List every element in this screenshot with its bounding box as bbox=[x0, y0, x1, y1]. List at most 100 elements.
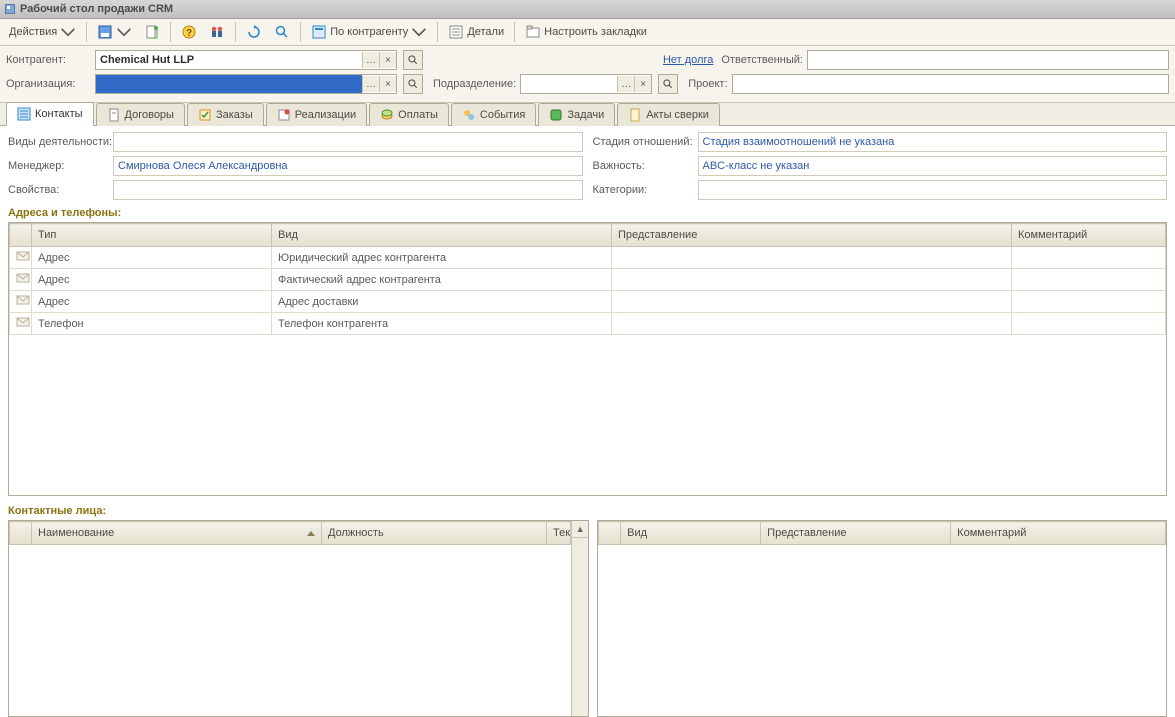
contacts-left-grid[interactable]: Наименование Должность Текущее состояние… bbox=[8, 520, 589, 717]
orders-icon bbox=[198, 108, 212, 122]
activity-label: Виды деятельности: bbox=[8, 136, 113, 148]
main-toolbar: Действия ? По контрагенту Детали Настрои… bbox=[0, 19, 1175, 46]
ellipsis-icon[interactable]: … bbox=[362, 52, 379, 68]
clear-icon[interactable]: × bbox=[634, 76, 651, 92]
ellipsis-icon[interactable]: … bbox=[617, 76, 634, 92]
row-kind: Юридический адрес контрагента bbox=[272, 247, 612, 269]
addr-col-type[interactable]: Тип bbox=[32, 224, 272, 247]
row-repr bbox=[612, 313, 1012, 335]
configure-tabs-button[interactable]: Настроить закладки bbox=[520, 19, 652, 45]
tab-events[interactable]: События bbox=[451, 103, 536, 126]
window-titlebar: Рабочий стол продажи CRM bbox=[0, 0, 1175, 19]
contacts-heading: Контактные лица: bbox=[0, 502, 1175, 520]
by-counterparty-button[interactable]: По контрагенту bbox=[306, 19, 432, 45]
row-repr bbox=[612, 247, 1012, 269]
manager-label: Менеджер: bbox=[8, 160, 113, 172]
counterparty-label: Контрагент: bbox=[6, 54, 91, 66]
realizations-icon bbox=[277, 108, 291, 122]
tasks-icon bbox=[549, 108, 563, 122]
tab-orders[interactable]: Заказы bbox=[187, 103, 264, 126]
cl-col-position[interactable]: Должность bbox=[322, 522, 547, 545]
table-row[interactable]: ТелефонТелефон контрагента bbox=[10, 313, 1166, 335]
cl-col-state[interactable]: Текущее состояние bbox=[547, 522, 571, 545]
reconciliation-icon bbox=[628, 108, 642, 122]
addresses-heading: Адреса и телефоны: bbox=[0, 204, 1175, 222]
tab-payments[interactable]: Оплаты bbox=[369, 103, 449, 126]
filter-panel: Контрагент: Chemical Hut LLP … × Нет дол… bbox=[0, 46, 1175, 103]
row-type: Телефон bbox=[32, 313, 272, 335]
ellipsis-icon[interactable]: … bbox=[362, 76, 379, 92]
cr-col-comment[interactable]: Комментарий bbox=[951, 522, 1166, 545]
properties-field[interactable] bbox=[113, 180, 583, 200]
refresh-icon-button[interactable] bbox=[241, 19, 267, 45]
tab-tasks[interactable]: Задачи bbox=[538, 103, 615, 126]
subdivision-input[interactable]: … × bbox=[520, 74, 652, 94]
people-icon-button[interactable] bbox=[204, 19, 230, 45]
details-button[interactable]: Детали bbox=[443, 19, 509, 45]
scroll-up-icon[interactable]: ▲ bbox=[572, 521, 588, 538]
row-type-icon bbox=[10, 247, 32, 269]
tab-contracts[interactable]: Договоры bbox=[96, 103, 185, 126]
table-row[interactable]: АдресЮридический адрес контрагента bbox=[10, 247, 1166, 269]
row-type-icon bbox=[10, 313, 32, 335]
table-row[interactable]: АдресФактический адрес контрагента bbox=[10, 269, 1166, 291]
row-type-icon bbox=[10, 269, 32, 291]
app-icon bbox=[4, 3, 16, 15]
categories-label: Категории: bbox=[593, 184, 698, 196]
row-comment bbox=[1012, 313, 1166, 335]
row-comment bbox=[1012, 269, 1166, 291]
svg-text:?: ? bbox=[186, 28, 192, 39]
tab-reconciliation[interactable]: Акты сверки bbox=[617, 103, 720, 126]
organization-lookup-icon[interactable] bbox=[403, 74, 423, 94]
addresses-grid[interactable]: Тип Вид Представление Комментарий АдресЮ… bbox=[8, 222, 1167, 496]
actions-menu[interactable]: Действия bbox=[4, 19, 81, 45]
cl-col-icon[interactable] bbox=[10, 522, 32, 545]
table-row[interactable]: АдресАдрес доставки bbox=[10, 291, 1166, 313]
info-panel: Виды деятельности: Менеджер: Смирнова Ол… bbox=[0, 126, 1175, 204]
contract-icon bbox=[107, 108, 121, 122]
cr-col-icon[interactable] bbox=[599, 522, 621, 545]
contacts-right-grid[interactable]: Вид Представление Комментарий bbox=[597, 520, 1167, 717]
importance-field[interactable]: ABC-класс не указан bbox=[698, 156, 1168, 176]
responsible-input[interactable] bbox=[807, 50, 1169, 70]
clear-icon[interactable]: × bbox=[379, 52, 396, 68]
search-icon-button[interactable] bbox=[269, 19, 295, 45]
manager-field[interactable]: Смирнова Олеся Александровна bbox=[113, 156, 583, 176]
addr-col-icon[interactable] bbox=[10, 224, 32, 247]
project-label: Проект: bbox=[688, 78, 727, 90]
counterparty-input[interactable]: Chemical Hut LLP … × bbox=[95, 50, 397, 70]
activity-field[interactable] bbox=[113, 132, 583, 152]
organization-label: Организация: bbox=[6, 78, 91, 90]
save-icon-button[interactable] bbox=[92, 19, 137, 45]
counterparty-lookup-icon[interactable] bbox=[403, 50, 423, 70]
row-type-icon bbox=[10, 291, 32, 313]
addr-col-kind[interactable]: Вид bbox=[272, 224, 612, 247]
help-icon-button[interactable]: ? bbox=[176, 19, 202, 45]
organization-input[interactable]: … × bbox=[95, 74, 397, 94]
addr-col-repr[interactable]: Представление bbox=[612, 224, 1012, 247]
cr-col-kind[interactable]: Вид bbox=[621, 522, 761, 545]
clear-icon[interactable]: × bbox=[379, 76, 396, 92]
stage-field[interactable]: Стадия взаимоотношений не указана bbox=[698, 132, 1168, 152]
cr-col-repr[interactable]: Представление bbox=[761, 522, 951, 545]
no-debt-link[interactable]: Нет долга bbox=[663, 54, 713, 66]
properties-label: Свойства: bbox=[8, 184, 113, 196]
new-doc-icon-button[interactable] bbox=[139, 19, 165, 45]
responsible-label: Ответственный: bbox=[721, 54, 803, 66]
addr-col-comment[interactable]: Комментарий bbox=[1012, 224, 1166, 247]
row-type: Адрес bbox=[32, 247, 272, 269]
tab-contacts[interactable]: Контакты bbox=[6, 102, 94, 126]
cl-col-name[interactable]: Наименование bbox=[32, 522, 322, 545]
events-icon bbox=[462, 108, 476, 122]
row-kind: Фактический адрес контрагента bbox=[272, 269, 612, 291]
subdivision-lookup-icon[interactable] bbox=[658, 74, 678, 94]
tab-realizations[interactable]: Реализации bbox=[266, 103, 367, 126]
scrollbar[interactable]: ▲ bbox=[571, 521, 588, 716]
row-comment bbox=[1012, 291, 1166, 313]
payments-icon bbox=[380, 108, 394, 122]
categories-field[interactable] bbox=[698, 180, 1168, 200]
tab-bar: Контакты Договоры Заказы Реализации Опла… bbox=[0, 103, 1175, 126]
row-repr bbox=[612, 291, 1012, 313]
subdivision-label: Подразделение: bbox=[433, 78, 516, 90]
project-input[interactable] bbox=[732, 74, 1169, 94]
